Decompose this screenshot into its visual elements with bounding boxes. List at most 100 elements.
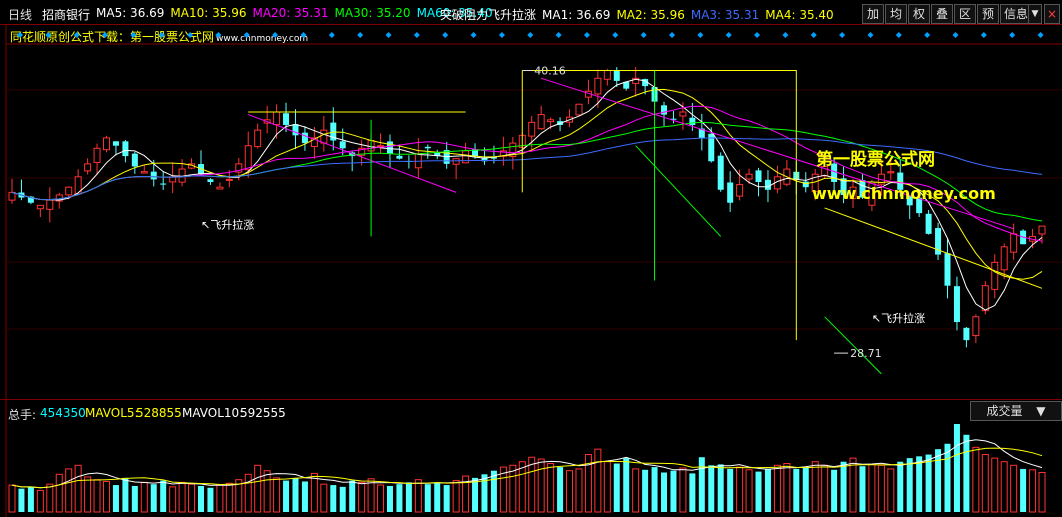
volume-bar-down	[613, 463, 620, 512]
signal-marker	[17, 32, 23, 38]
signal-line-3	[635, 145, 722, 237]
volume-bar-up	[887, 468, 895, 513]
volume-bar-up	[93, 479, 101, 513]
volume-bar-up	[575, 468, 583, 513]
volume-bar-down	[112, 485, 119, 512]
signal-marker	[413, 32, 420, 38]
watermark-title: 第一股票公式网	[816, 149, 935, 170]
candle-body-up	[679, 111, 687, 117]
candle-body-down	[386, 141, 393, 154]
signal-marker	[73, 32, 80, 38]
volume-bar-up	[811, 461, 819, 513]
candle-body-up	[225, 178, 233, 181]
signal-marker	[952, 32, 959, 38]
volume-bar-up	[566, 470, 574, 513]
candle-body-down	[283, 113, 290, 125]
volume-bar-down	[405, 482, 412, 512]
candle-body-down	[160, 183, 167, 185]
signal-marker	[640, 32, 647, 38]
candle-body-down	[301, 132, 308, 144]
signal-marker	[328, 32, 335, 38]
volume-bar-up	[36, 489, 44, 513]
volume-bar-up	[244, 473, 252, 513]
volume-bar-down	[386, 485, 393, 512]
volume-bar-down	[424, 484, 431, 512]
volume-bar-up	[102, 480, 110, 513]
volume-bar-down	[698, 457, 705, 512]
volume-bar-up	[1000, 461, 1008, 513]
volume-bar-up	[414, 479, 422, 513]
signal-marker	[130, 32, 137, 38]
volume-bar-down	[18, 488, 25, 512]
volume-bar-up	[773, 464, 781, 513]
kline-chart[interactable]: 40.16 28.71 ↖飞升拉涨 ↖飞升拉涨 第一股票公式网 www.chnmoney.…	[0, 0, 1062, 517]
volume-bar-up	[594, 448, 602, 513]
volume-bar-down	[755, 471, 762, 512]
volume-bar-up	[84, 476, 92, 513]
candle-body-up	[603, 70, 611, 80]
volume-bar-up	[877, 464, 885, 513]
volume-bar-up	[745, 469, 753, 513]
volume-bar-down	[831, 469, 838, 512]
signal-marker	[924, 32, 931, 38]
candle-body-up	[216, 186, 224, 190]
volume-bar-down	[160, 480, 167, 512]
candle-body-up	[140, 171, 148, 174]
signal-marker	[555, 32, 562, 38]
volume-bar-up	[55, 473, 63, 513]
volume-bar-up	[1038, 471, 1046, 513]
signal-marker	[357, 32, 364, 38]
volume-bar-down	[764, 468, 771, 512]
volume-bar-down	[963, 434, 970, 512]
signal-label-2: ↖飞升拉涨	[872, 311, 925, 325]
volume-bar-up	[603, 461, 611, 513]
volume-bar-up	[74, 464, 82, 513]
candle-body-up	[244, 145, 252, 171]
candle-body-up	[102, 137, 110, 151]
signal-marker	[442, 32, 449, 38]
signal-marker	[669, 32, 676, 38]
candle-body-up	[273, 111, 281, 126]
volume-bar-down	[953, 424, 960, 512]
volume-bar-up	[1029, 469, 1037, 513]
candle-body-down	[953, 286, 960, 322]
volume-bar-up	[263, 470, 271, 513]
candle-body-down	[661, 105, 668, 115]
volume-bar-down	[122, 477, 129, 512]
volume-bar-down	[623, 458, 630, 512]
volume-bar-up	[8, 484, 16, 513]
signal-marker	[1009, 32, 1016, 38]
candle-body-up	[991, 261, 999, 290]
candle-body-up	[1000, 246, 1008, 271]
candle-body-down	[717, 155, 724, 190]
signal-marker	[583, 32, 590, 38]
volume-bar-up	[991, 457, 999, 513]
candle-body-up	[1038, 225, 1046, 235]
candle-body-down	[150, 171, 157, 180]
candle-body-up	[36, 204, 44, 210]
candle-body-up	[887, 171, 895, 174]
signal-marker	[498, 32, 505, 38]
signal-marker	[300, 32, 307, 38]
candle-body-up	[1010, 233, 1018, 253]
volume-bar-down	[283, 480, 290, 512]
candle-body-down	[944, 253, 951, 286]
signal-marker	[45, 32, 52, 38]
volume-bar-up	[452, 480, 460, 513]
volume-bar-down	[434, 483, 441, 512]
volume-bar-down	[642, 469, 649, 512]
volume-bar-up	[46, 483, 54, 513]
volume-bar-down	[859, 466, 866, 512]
low-price-label: 28.71	[850, 347, 882, 360]
candle-body-up	[594, 77, 602, 95]
signal-marker	[810, 32, 817, 38]
volume-bar-up	[821, 464, 829, 513]
volume-bar-down	[897, 461, 904, 512]
volume-bar-down	[651, 467, 658, 512]
volume-bar-down	[472, 477, 479, 512]
volume-bar-down	[925, 454, 932, 512]
candle-body-down	[131, 153, 138, 167]
trend-line-3	[824, 207, 1043, 289]
candle-body-down	[207, 179, 214, 182]
signal-marker	[158, 32, 165, 38]
